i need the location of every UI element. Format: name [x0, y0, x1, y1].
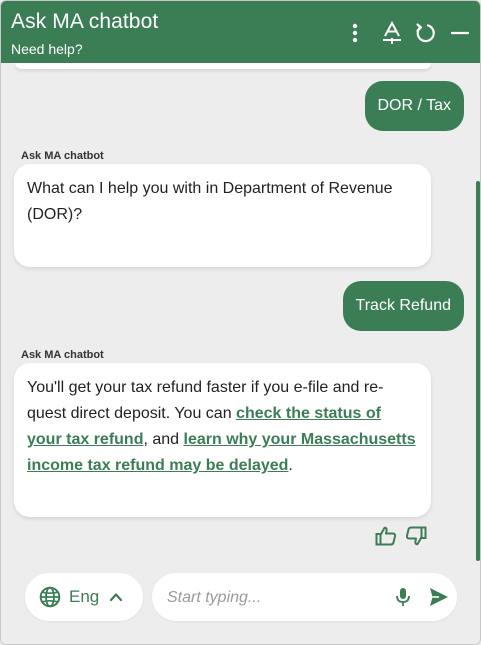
chat-scrollbar[interactable] — [476, 181, 480, 561]
thumbs-down-icon — [405, 526, 427, 546]
more-options-button[interactable] — [341, 19, 369, 47]
bot-message: What can I help you with in Department o… — [14, 164, 431, 267]
bot-sender-label: Ask MA chatbot — [21, 150, 104, 162]
bot-message-text: . — [288, 457, 293, 474]
message-input-container — [152, 573, 457, 623]
chat-header: Ask MA chatbot Need help? — [1, 1, 480, 63]
text-size-icon — [383, 21, 401, 44]
send-icon[interactable] — [427, 585, 451, 609]
message-input[interactable] — [165, 573, 384, 623]
user-message: Track Refund — [342, 281, 464, 331]
thumbs-up-icon — [375, 526, 397, 546]
bot-message-text: What can I help you with in Department o… — [27, 180, 393, 223]
more-vertical-icon — [352, 23, 358, 43]
chat-footer: Eng — [1, 563, 480, 644]
text-size-button[interactable] — [378, 19, 406, 47]
bot-message-text: , and — [143, 431, 184, 448]
chat-transcript[interactable]: DOR / Tax Ask MA chatbot What can I help… — [1, 63, 480, 563]
minimize-button[interactable] — [446, 19, 474, 47]
bot-message: You'll get your tax refund faster if you… — [14, 363, 431, 517]
minimize-icon — [451, 31, 469, 35]
user-message: DOR / Tax — [364, 81, 464, 131]
thumbs-down-button[interactable] — [404, 525, 428, 547]
chatbot-widget: Ask MA chatbot Need help? DOR / Tax Ask … — [0, 0, 481, 645]
globe-icon — [39, 586, 61, 608]
chat-subtitle: Need help? — [11, 41, 83, 57]
thumbs-up-button[interactable] — [374, 525, 398, 547]
language-label: Eng — [69, 587, 100, 606]
language-selector[interactable]: Eng — [25, 573, 143, 621]
microphone-icon[interactable] — [392, 586, 414, 608]
restart-icon — [416, 23, 435, 43]
chevron-up-icon — [110, 593, 123, 602]
previous-message-bubble — [15, 63, 431, 69]
chat-title: Ask MA chatbot — [11, 10, 159, 33]
bot-sender-label: Ask MA chatbot — [21, 349, 104, 361]
restart-button[interactable] — [411, 19, 439, 47]
